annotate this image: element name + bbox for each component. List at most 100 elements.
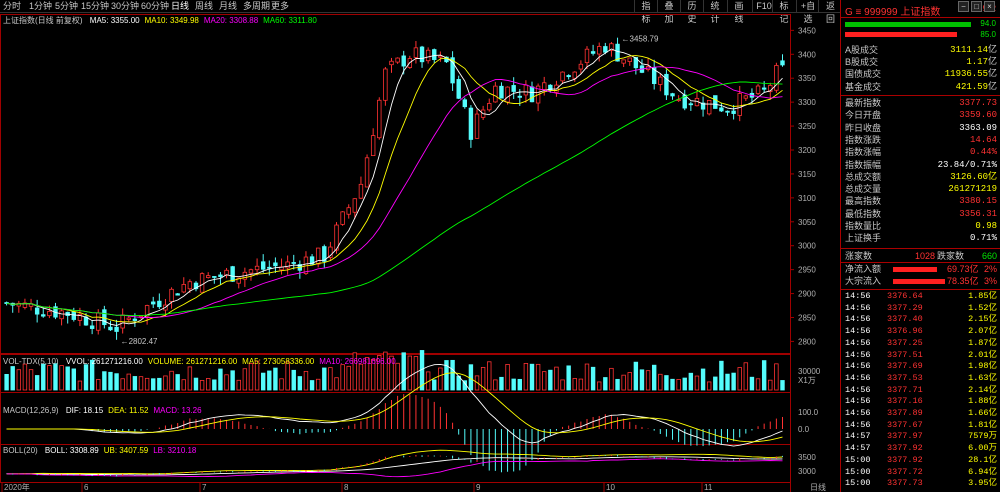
candle-body <box>59 310 64 320</box>
stat-label: 最低指数 <box>845 208 882 219</box>
volume-bar <box>28 369 34 391</box>
tick-row: 14:57 3377.92 6.00万 <box>845 443 999 453</box>
period-tab[interactable]: 多周期 <box>243 0 270 13</box>
tick-time: 14:56 <box>845 291 871 301</box>
turnover-row: A股成交 3111.14亿 <box>845 45 999 56</box>
period-tab[interactable]: 日线 <box>171 0 189 13</box>
stat-number: 421.59 <box>955 81 988 92</box>
candle-body <box>212 276 217 278</box>
tool-button[interactable]: 历史 <box>680 0 703 24</box>
index-stat-row: 昨日收盘 3363.09 <box>845 123 999 134</box>
candle-body <box>517 95 522 98</box>
volume-bar <box>676 379 681 391</box>
flow-row: 净流入额 69.73亿 2% <box>845 264 999 275</box>
tool-button[interactable]: 统计 <box>703 0 726 24</box>
maximize-button[interactable]: □ <box>971 1 982 12</box>
tool-button[interactable]: 标记 <box>772 0 795 24</box>
tick-price: 3376.64 <box>887 291 923 301</box>
period-tab[interactable]: 更多 <box>271 0 289 13</box>
volume-bar <box>609 367 614 391</box>
candle-body <box>114 326 119 332</box>
volume-bar <box>572 378 577 391</box>
x-tick-label: 11 <box>704 483 713 492</box>
candle-body <box>627 57 632 62</box>
volume-bar <box>535 363 541 391</box>
volume-bar <box>597 381 602 391</box>
candle-body <box>187 281 193 290</box>
volume-bar <box>242 368 248 391</box>
turnover-row: 基金成交 421.59亿 <box>845 82 999 93</box>
period-tab[interactable]: 1分钟 <box>29 0 52 13</box>
period-tab[interactable]: 5分钟 <box>55 0 78 13</box>
volume-bar <box>529 363 535 391</box>
tool-button[interactable]: 指标 <box>634 0 657 24</box>
candle-body <box>755 85 761 94</box>
index-stat-row: 总成交额 3126.60亿 <box>845 172 999 183</box>
stat-label: 今日开盘 <box>845 110 882 121</box>
turnover-row: B股成交 1.17亿 <box>845 57 999 68</box>
tick-amount: 2.15亿 <box>968 314 997 325</box>
tool-button[interactable]: 叠加 <box>657 0 680 24</box>
volume-bar <box>315 378 321 391</box>
tick-amount: 3.95亿 <box>968 478 997 489</box>
kline-chart[interactable]: ←3458.79 ←2802.47 3450 3400 3350 3300 3250 3200… <box>0 14 840 492</box>
stat-unit: 亿 <box>987 69 997 80</box>
ma60-line <box>6 81 783 317</box>
y-tick-label: 2800 <box>798 337 816 346</box>
candle-body <box>761 87 767 90</box>
candle-body <box>108 326 113 331</box>
candle-body <box>743 95 749 99</box>
stat-value: 421.59亿 <box>956 82 997 93</box>
main-title: 上证指数(日线 前复权) <box>3 16 83 25</box>
period-tab[interactable]: 15分钟 <box>81 0 109 13</box>
period-tab[interactable]: 周线 <box>195 0 213 13</box>
candle-body <box>199 273 205 293</box>
stat-value: 3363.09 <box>959 122 997 133</box>
volume-bar <box>260 372 266 391</box>
volume-bar <box>22 363 28 391</box>
candle-body <box>181 284 186 293</box>
volume-bar <box>401 352 406 391</box>
tick-time: 14:56 <box>845 326 871 337</box>
minimize-button[interactable]: − <box>958 1 969 12</box>
period-tab[interactable]: 月线 <box>219 0 237 13</box>
volume-bar <box>175 374 180 391</box>
volume-bar <box>181 379 186 391</box>
stat-number: 3111.14 <box>950 45 988 55</box>
period-tab[interactable]: 60分钟 <box>141 0 169 13</box>
tick-price: 3377.71 <box>887 384 923 395</box>
flow-row: 大宗流入 78.35亿 3% <box>845 276 999 287</box>
vol-title: VOL-TDX(5,10) <box>3 357 59 366</box>
boll-legend: BOLL(20) BOLL: 3308.89 UB: 3407.59 LB: 321… <box>3 445 196 456</box>
candle-body <box>560 71 565 82</box>
macd-y-label: 0.0 <box>798 425 810 434</box>
close-button[interactable]: × <box>984 1 995 12</box>
stat-value: 0.44% <box>969 147 997 158</box>
y-tick-label: 2850 <box>798 314 816 323</box>
candle-body <box>218 274 223 277</box>
period-tab[interactable]: 30分钟 <box>111 0 139 13</box>
tick-row: 14:56 3376.96 2.07亿 <box>845 326 999 336</box>
tick-price: 3377.92 <box>887 443 923 454</box>
tick-price: 3377.97 <box>887 431 923 442</box>
candle-body <box>505 86 510 103</box>
bid-strength-value: 94.0 <box>980 19 996 28</box>
candle-body <box>597 46 602 55</box>
volume-bar <box>560 379 565 391</box>
high-marker: ←3458.79 <box>622 35 659 44</box>
volume-bar <box>163 375 168 391</box>
tool-button[interactable]: 返回 <box>818 0 842 24</box>
candle-body <box>462 99 468 108</box>
volume-bar <box>664 375 669 391</box>
tool-button[interactable]: +自选 <box>796 0 819 24</box>
index-stat-row: 今日开盘 3359.60 <box>845 110 999 121</box>
tool-button[interactable]: 画线 <box>727 0 750 24</box>
tick-time: 15:00 <box>845 454 871 465</box>
tick-row: 15:00 3377.73 3.95亿 <box>845 478 999 488</box>
x-tick-label: 10 <box>606 483 615 492</box>
turnover-row: 国债成交 11936.55亿 <box>845 69 999 80</box>
period-tab[interactable]: 分时 <box>3 0 21 13</box>
candle-body <box>706 99 712 115</box>
candle-body <box>621 59 626 64</box>
volume-bar <box>432 379 437 391</box>
